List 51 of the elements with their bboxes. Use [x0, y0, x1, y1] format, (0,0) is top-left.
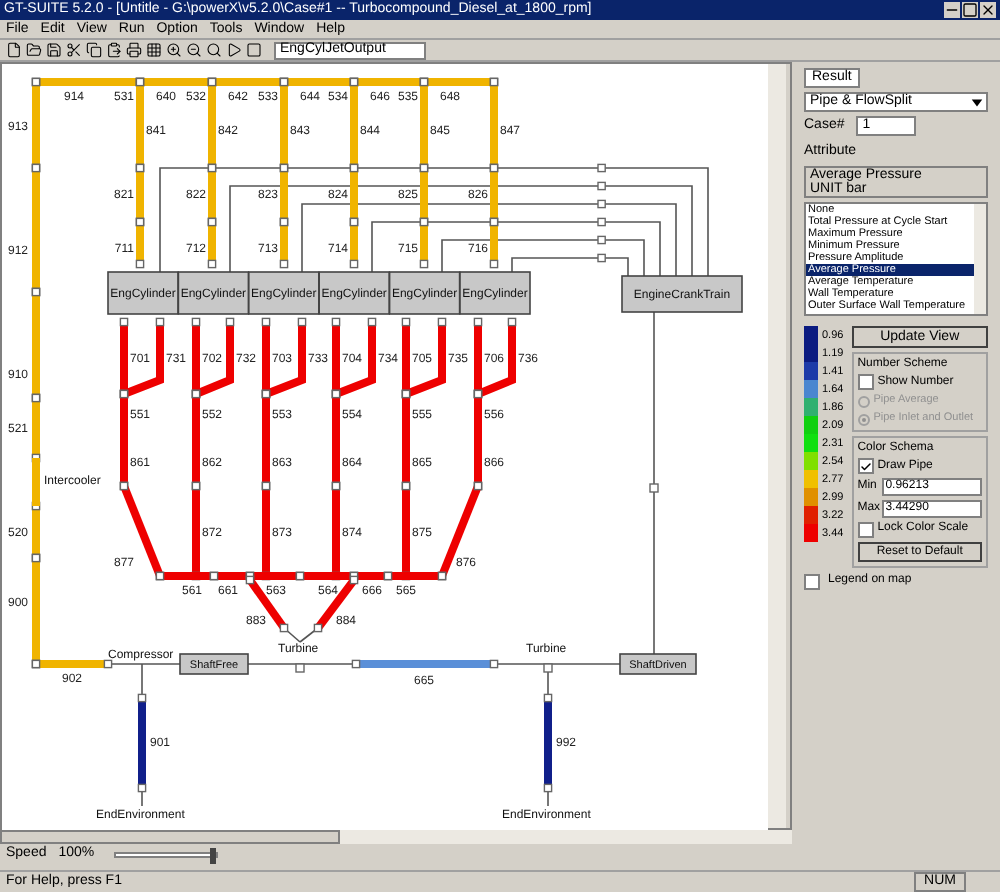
- paste-icon[interactable]: [106, 42, 122, 58]
- save-icon[interactable]: [46, 42, 62, 58]
- pipe[interactable]: [473, 317, 517, 399]
- pipe[interactable]: [351, 659, 499, 669]
- pipe[interactable]: [437, 481, 483, 581]
- pipe[interactable]: [489, 217, 499, 269]
- pipe[interactable]: [191, 317, 235, 399]
- horizontal-scrollbar[interactable]: [0, 830, 792, 844]
- checkbox[interactable]: [857, 374, 874, 390]
- speed-slider-thumb[interactable]: [210, 847, 217, 863]
- pipe[interactable]: [31, 659, 113, 669]
- connector-line: [247, 663, 357, 665]
- pipe[interactable]: [31, 393, 41, 463]
- zoom-in-icon[interactable]: [166, 42, 182, 58]
- port-marker-icon: [543, 663, 553, 673]
- pipe[interactable]: [261, 317, 307, 399]
- checkbox[interactable]: [804, 573, 820, 589]
- pipe[interactable]: [135, 217, 145, 269]
- pipe[interactable]: [331, 317, 377, 399]
- pipe[interactable]: [137, 693, 147, 793]
- pipe[interactable]: [245, 575, 289, 633]
- search-icon[interactable]: [206, 42, 222, 58]
- pipe[interactable]: [383, 571, 447, 581]
- pipe[interactable]: [207, 217, 217, 269]
- square-icon[interactable]: [246, 42, 262, 58]
- pipe[interactable]: [119, 317, 165, 399]
- grid-icon[interactable]: [146, 42, 162, 58]
- pipe[interactable]: [279, 217, 289, 269]
- copy-icon[interactable]: [86, 42, 102, 58]
- pipe[interactable]: [349, 217, 359, 269]
- close-icon[interactable]: [980, 2, 996, 18]
- pipe[interactable]: [313, 575, 359, 633]
- cut-icon[interactable]: [66, 42, 82, 58]
- minimize-icon[interactable]: [944, 2, 960, 18]
- dropdown-caret-icon[interactable]: [970, 95, 984, 109]
- pipe[interactable]: [543, 693, 553, 793]
- folder-icon[interactable]: [26, 42, 42, 58]
- pipe[interactable]: [419, 217, 429, 269]
- checkbox[interactable]: [857, 522, 874, 538]
- list-scrollbar[interactable]: [974, 204, 986, 314]
- pipe[interactable]: [401, 317, 447, 399]
- zoom-out-icon[interactable]: [186, 42, 202, 58]
- print-icon[interactable]: [126, 42, 142, 58]
- new-file-icon[interactable]: [6, 42, 22, 58]
- connector-line: [547, 787, 549, 807]
- checkbox[interactable]: [857, 458, 874, 474]
- vertical-scrollbar[interactable]: [768, 64, 786, 828]
- connector-line: [141, 787, 143, 807]
- port-marker-icon: [295, 663, 305, 673]
- maximize-icon[interactable]: [962, 2, 978, 18]
- play-icon[interactable]: [226, 42, 242, 58]
